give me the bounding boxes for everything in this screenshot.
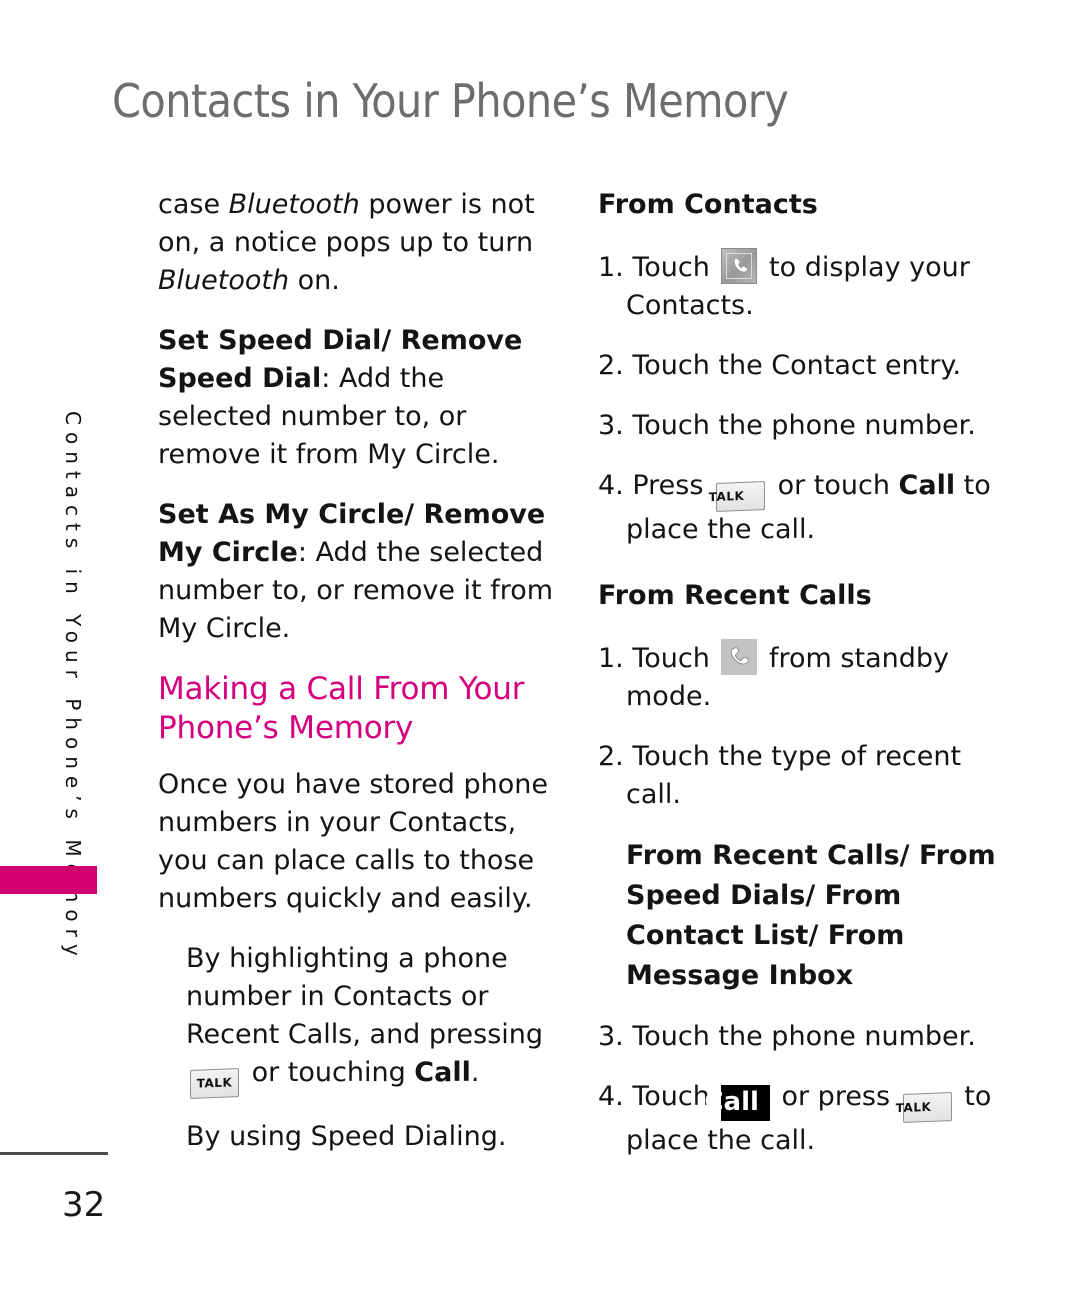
bluetooth-text-before: case xyxy=(158,189,229,220)
side-tab-accent-block xyxy=(0,866,97,894)
bullet-highlighting: By highlighting a phone number in Contac… xyxy=(158,940,556,1099)
speed-dial-paragraph: Set Speed Dial/ Remove Speed Dial: Add t… xyxy=(158,322,556,474)
from-recent-calls-heading: From Recent Calls xyxy=(598,580,872,611)
step-number: 4. xyxy=(598,470,624,501)
recent-step-4-middle: or press xyxy=(772,1081,899,1112)
bluetooth-text-after: on. xyxy=(289,265,340,296)
recent-step-1-before: Touch xyxy=(623,643,719,674)
bluetooth-italic-2: Bluetooth xyxy=(158,265,290,296)
side-tab-label: Contacts in Your Phone’s Memory xyxy=(61,411,85,963)
bullet-1-after: . xyxy=(470,1057,480,1088)
from-contacts-step-4: 4. Press TALK or touch Call to place the… xyxy=(598,467,1008,549)
talk-key-icon[interactable]: TALK xyxy=(895,1092,952,1123)
handset-glyph xyxy=(735,258,748,272)
from-contacts-step-3: 3. Touch the phone number. xyxy=(598,410,976,441)
step-number: 1. xyxy=(598,643,624,674)
step-4-before: Press xyxy=(623,470,712,501)
from-contacts-step-2: 2. Touch the Contact entry. xyxy=(598,350,962,381)
intro-paragraph: Once you have stored phone numbers in yo… xyxy=(158,769,548,914)
talk-key-icon[interactable]: TALK xyxy=(709,481,766,512)
recent-calls-handset-icon[interactable] xyxy=(721,639,758,675)
my-circle-paragraph: Set As My Circle/ Remove My Circle: Add … xyxy=(158,496,556,648)
call-button-icon[interactable]: Call xyxy=(704,1085,770,1121)
making-a-call-heading: Making a Call From Your Phone’s Memory xyxy=(158,671,525,746)
page-number: 32 xyxy=(62,1185,106,1225)
from-contacts-heading: From Contacts xyxy=(598,189,818,220)
bluetooth-italic-1: Bluetooth xyxy=(228,189,360,220)
side-tab: Contacts in Your Phone’s Memory xyxy=(0,380,97,963)
step-number: 4. xyxy=(598,1081,624,1112)
step-number: 1. xyxy=(598,252,624,283)
bullet-1-before: By highlighting a phone number in Contac… xyxy=(186,943,544,1050)
from-recent-step-4: 4. Touch Call or press TALK to place the… xyxy=(598,1078,1008,1160)
from-recent-step-3: 3. Touch the phone number. xyxy=(598,1021,976,1052)
bullet-speed-dialing: By using Speed Dialing. xyxy=(186,1121,507,1152)
bullet-1-call-bold: Call xyxy=(414,1057,471,1088)
recent-calls-sources-heading: From Recent Calls/ From Speed Dials/ Fro… xyxy=(626,840,996,991)
footer-rule xyxy=(0,1152,108,1155)
bluetooth-paragraph: case Bluetooth power is not on, a notice… xyxy=(158,186,556,300)
from-contacts-step-1: 1. Touch to display your Contacts. xyxy=(598,248,1008,325)
talk-key-icon[interactable]: TALK xyxy=(189,1068,240,1099)
from-recent-step-1: 1. Touch from standby mode. xyxy=(598,639,1008,716)
from-recent-step-2: 2. Touch the type of recent call. xyxy=(598,741,962,810)
step-1-before: Touch xyxy=(623,252,719,283)
page-title: Contacts in Your Phone’s Memory xyxy=(112,74,789,128)
left-column: case Bluetooth power is not on, a notice… xyxy=(158,186,556,1176)
step-4-middle: or touch xyxy=(769,470,899,501)
bullet-1-middle: or touching xyxy=(243,1057,415,1088)
right-column: From Contacts 1. Touch to display your C… xyxy=(598,186,1008,1182)
step-4-call-bold: Call xyxy=(898,470,956,501)
handset-glyph xyxy=(731,647,750,665)
contacts-phone-icon[interactable] xyxy=(721,248,758,284)
